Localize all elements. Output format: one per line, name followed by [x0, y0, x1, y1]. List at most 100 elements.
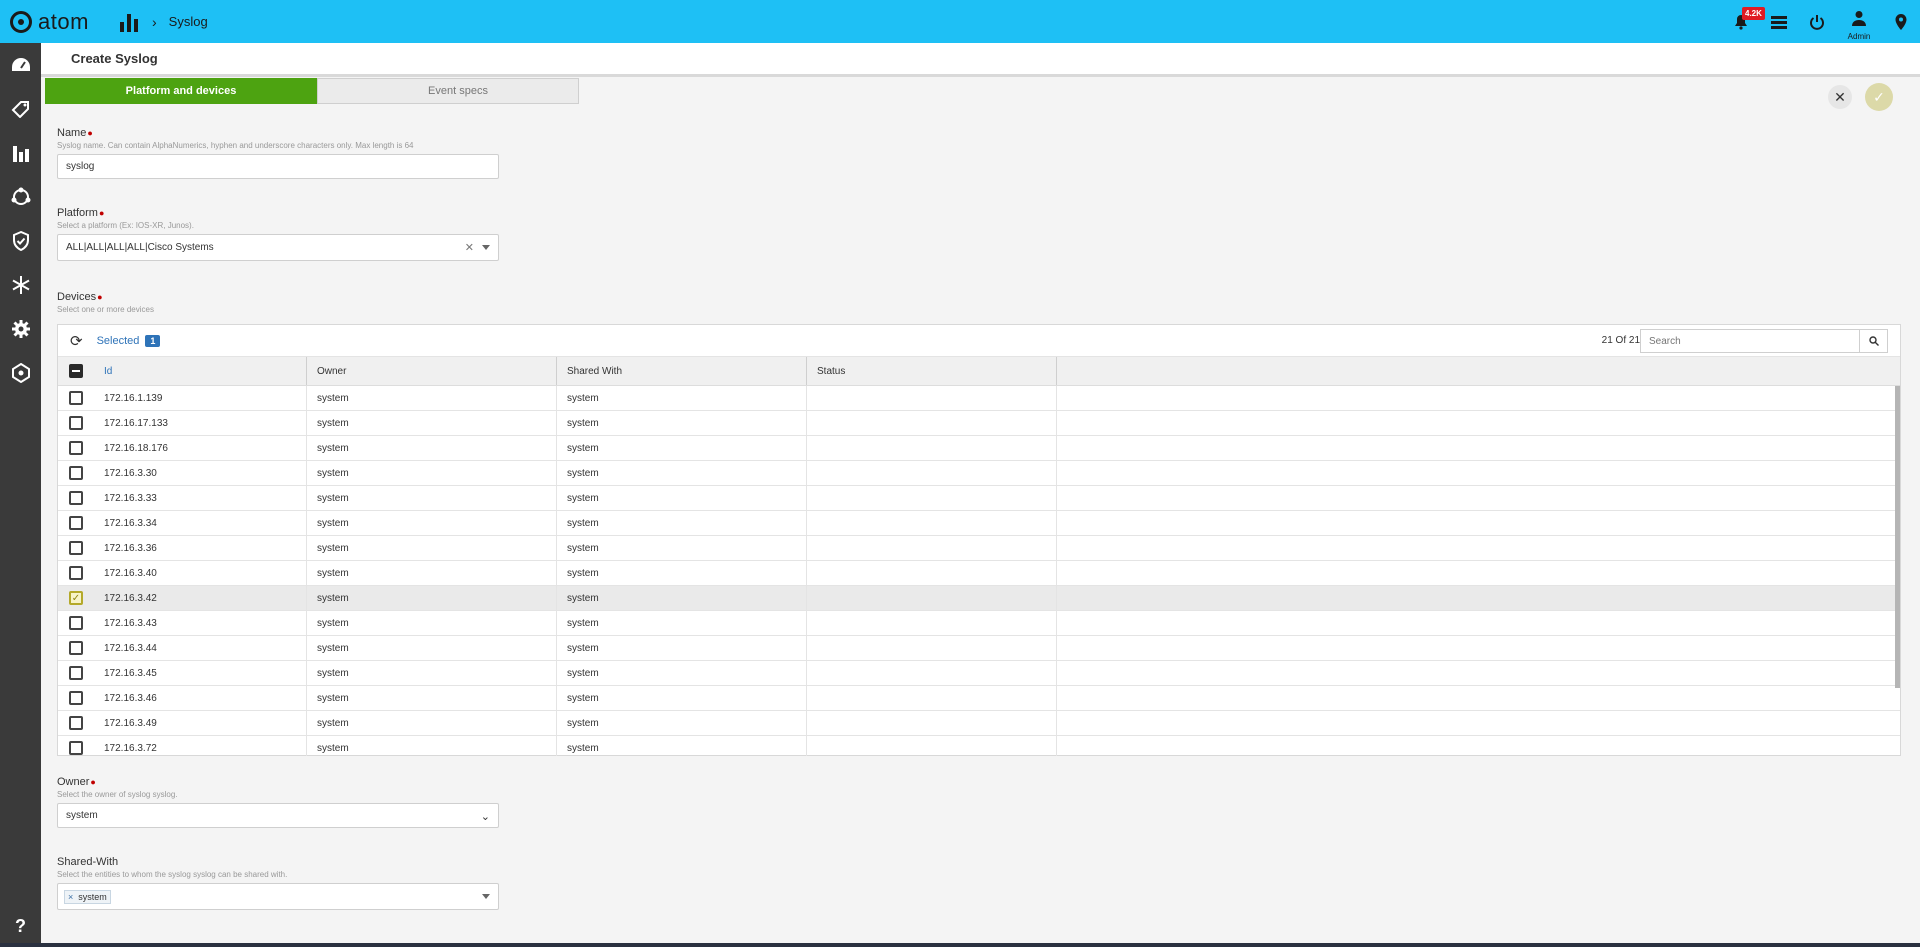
cell-status [807, 561, 1057, 585]
cell-status [807, 436, 1057, 460]
gear-icon [11, 320, 30, 338]
owner-help: Select the owner of syslog syslog. [57, 790, 178, 799]
clear-icon[interactable]: ✕ [465, 241, 474, 254]
column-header-id[interactable]: Id [94, 357, 307, 385]
select-all-checkbox[interactable] [69, 364, 83, 378]
caret-down-icon[interactable] [482, 245, 490, 250]
location-button[interactable] [1882, 0, 1920, 43]
table-row[interactable]: ✓ 172.16.3.42 system system [58, 586, 1900, 611]
sidebar-item-automation[interactable] [0, 351, 41, 395]
select-all-cell [58, 357, 94, 385]
name-input[interactable]: syslog [57, 154, 499, 179]
column-header-owner[interactable]: Owner [307, 357, 557, 385]
power-button[interactable] [1798, 0, 1836, 43]
row-select-cell [58, 411, 94, 435]
row-select-cell [58, 711, 94, 735]
caret-down-icon[interactable] [482, 894, 490, 899]
search-icon [1868, 336, 1879, 346]
speedometer-icon [11, 58, 30, 71]
user-menu-button[interactable]: Admin [1836, 0, 1882, 43]
table-row[interactable]: 172.16.3.30 system system [58, 461, 1900, 486]
selected-filter[interactable]: Selected [97, 335, 140, 347]
table-row[interactable]: 172.16.3.34 system system [58, 511, 1900, 536]
sidebar-item-compliance[interactable] [0, 219, 41, 263]
remove-tag-icon[interactable]: × [68, 892, 73, 902]
owner-select[interactable]: system ⌄ [57, 803, 499, 828]
bottom-scrollbar [0, 943, 1920, 947]
main-content: Create Syslog Platform and devices Event… [41, 43, 1920, 947]
cell-status [807, 711, 1057, 735]
sidebar-item-topology[interactable] [0, 175, 41, 219]
table-row[interactable]: 172.16.3.72 system system [58, 736, 1900, 756]
row-checkbox[interactable] [69, 616, 83, 630]
column-header-status[interactable]: Status [807, 357, 1057, 385]
table-row[interactable]: 172.16.3.46 system system [58, 686, 1900, 711]
help-icon[interactable]: ? [0, 916, 41, 937]
table-row[interactable]: 172.16.3.44 system system [58, 636, 1900, 661]
table-row[interactable]: 172.16.3.36 system system [58, 536, 1900, 561]
cell-owner: system [307, 461, 557, 485]
cell-shared-with: system [557, 411, 807, 435]
row-checkbox[interactable]: ✓ [69, 591, 83, 605]
table-row[interactable]: 172.16.1.139 system system [58, 386, 1900, 411]
row-checkbox[interactable] [69, 516, 83, 530]
row-checkbox[interactable] [69, 641, 83, 655]
sidebar-item-snowflake[interactable] [0, 263, 41, 307]
table-body: 172.16.1.139 system system 172.16.17.133 sys… [58, 386, 1900, 756]
platform-help: Select a platform (Ex: IOS-XR, Junos). [57, 221, 194, 230]
cell-shared-with: system [557, 461, 807, 485]
logo-text: atom [38, 8, 89, 34]
vertical-scrollbar[interactable] [1895, 386, 1900, 688]
cell-shared-with: system [557, 611, 807, 635]
row-checkbox[interactable] [69, 466, 83, 480]
cell-id: 172.16.3.44 [94, 636, 307, 660]
row-checkbox[interactable] [69, 716, 83, 730]
column-header-shared-with[interactable]: Shared With [557, 357, 807, 385]
refresh-icon[interactable]: ⟳ [70, 332, 83, 350]
search-input[interactable] [1641, 330, 1859, 352]
cube-network-icon [11, 363, 30, 383]
table-row[interactable]: 172.16.3.49 system system [58, 711, 1900, 736]
sidebar-item-dashboard[interactable] [0, 43, 41, 87]
cell-id: 172.16.18.176 [94, 436, 307, 460]
table-row[interactable]: 172.16.3.45 system system [58, 661, 1900, 686]
cell-shared-with: system [557, 536, 807, 560]
row-checkbox[interactable] [69, 441, 83, 455]
submit-button[interactable]: ✓ [1865, 83, 1893, 111]
app-logo[interactable]: atom [10, 9, 110, 35]
platform-select[interactable]: ALL|ALL|ALL|ALL|Cisco Systems ✕ [57, 234, 499, 261]
sidebar-item-resources[interactable] [0, 87, 41, 131]
step-event-specs[interactable]: Event specs [317, 78, 579, 104]
table-row[interactable]: 172.16.18.176 system system [58, 436, 1900, 461]
cell-status [807, 661, 1057, 685]
row-checkbox[interactable] [69, 491, 83, 505]
row-checkbox[interactable] [69, 541, 83, 555]
table-toolbar: ⟳ Selected 1 21 Of 21 [58, 325, 1900, 357]
sidebar-item-analytics[interactable] [0, 131, 41, 175]
search-button[interactable] [1859, 330, 1887, 352]
row-checkbox[interactable] [69, 666, 83, 680]
close-button[interactable]: ✕ [1828, 85, 1852, 109]
breadcrumb[interactable]: Syslog [169, 14, 208, 29]
close-icon: ✕ [1834, 88, 1846, 105]
row-checkbox[interactable] [69, 691, 83, 705]
platform-field: Platform● Select a platform (Ex: IOS-XR,… [57, 207, 499, 261]
row-checkbox[interactable] [69, 566, 83, 580]
row-checkbox[interactable] [69, 741, 83, 755]
shared-with-select[interactable]: × system [57, 883, 499, 910]
list-menu-button[interactable] [1760, 0, 1798, 43]
notifications-button[interactable]: 4.2K [1722, 0, 1765, 43]
breadcrumb-separator-icon: › [152, 13, 157, 30]
table-row[interactable]: 172.16.17.133 system system [58, 411, 1900, 436]
sidebar-item-settings[interactable] [0, 307, 41, 351]
dashboard-chart-icon[interactable] [120, 12, 138, 32]
step-platform-and-devices[interactable]: Platform and devices [45, 78, 317, 104]
table-row[interactable]: 172.16.3.33 system system [58, 486, 1900, 511]
name-help: Syslog name. Can contain AlphaNumerics, … [57, 141, 414, 150]
sidebar: ? [0, 43, 41, 947]
row-checkbox[interactable] [69, 391, 83, 405]
table-header: Id Owner Shared With Status [58, 357, 1900, 386]
table-row[interactable]: 172.16.3.40 system system [58, 561, 1900, 586]
row-checkbox[interactable] [69, 416, 83, 430]
table-row[interactable]: 172.16.3.43 system system [58, 611, 1900, 636]
